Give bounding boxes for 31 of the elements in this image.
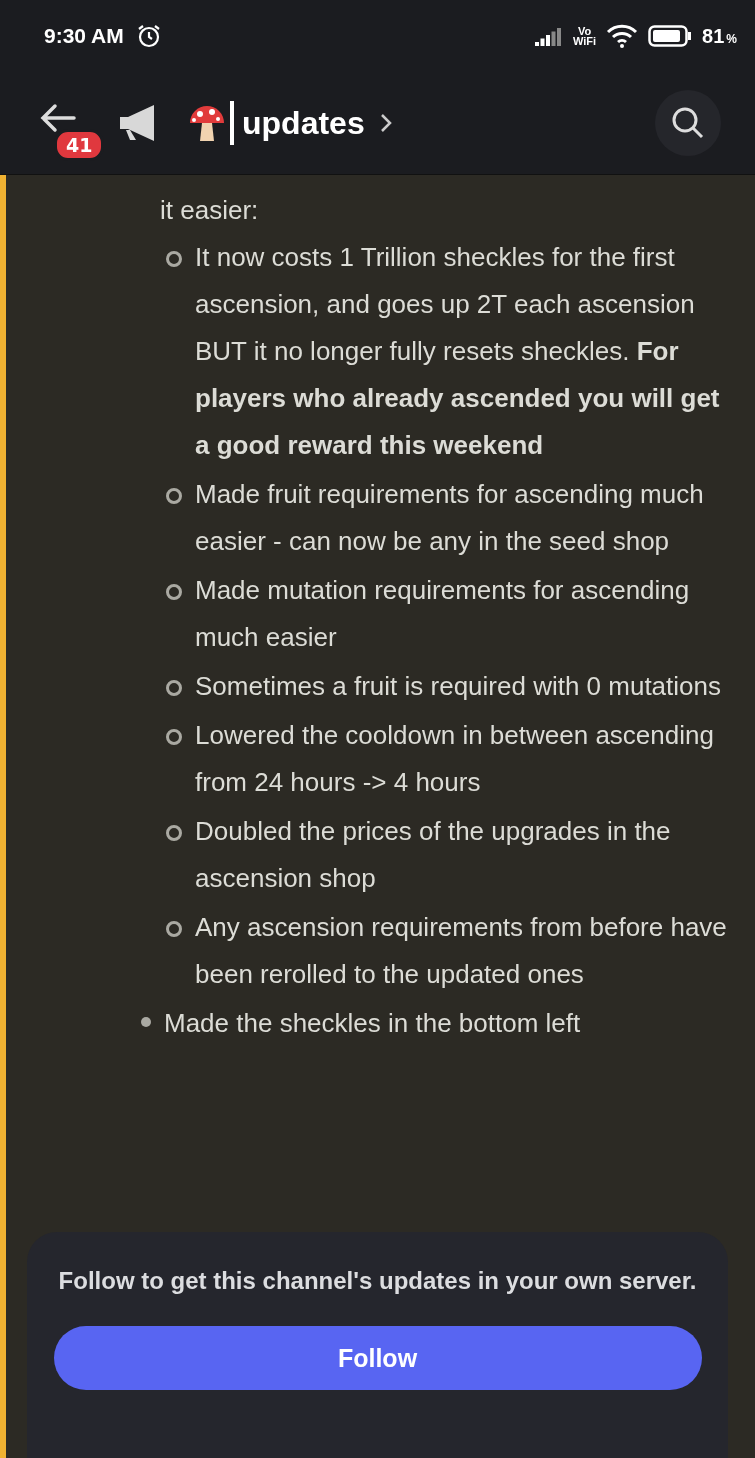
mushroom-icon bbox=[188, 103, 226, 143]
list-item-text: It now costs 1 Trillion sheckles for the first ascension, and goes up 2T each ascension BUT it no longer fully resets sheckles. For players who already ascended you will get a good reward this weekend bbox=[195, 241, 721, 462]
list-item-text: Sometimes a fruit is required with 0 mutations bbox=[195, 670, 722, 703]
follow-prompt: Follow to get this channel's updates in your own server. bbox=[58, 1266, 697, 1296]
bullet-icon bbox=[166, 488, 182, 504]
wifi-label: WiFi bbox=[572, 36, 597, 46]
percent-sign: % bbox=[726, 32, 737, 46]
bullet-icon bbox=[166, 584, 182, 600]
vo-label: Vo bbox=[577, 26, 592, 36]
battery-percent: 81 bbox=[702, 24, 725, 48]
list-item-text: Made the sheckles in the bottom left bbox=[164, 1007, 582, 1040]
bullet-icon bbox=[166, 251, 182, 267]
bullet-icon bbox=[166, 921, 182, 937]
bullet-icon bbox=[166, 729, 182, 745]
list-item-text: Lowered the cooldown in between ascending from 24 hours -> 4 hours bbox=[195, 719, 715, 799]
battery-icon bbox=[648, 25, 693, 47]
clock-time: 9:30 AM bbox=[44, 24, 124, 48]
bullet-icon bbox=[141, 1017, 151, 1027]
wifi-icon bbox=[606, 24, 639, 48]
follow-button[interactable]: Follow bbox=[53, 1326, 702, 1390]
bullet-icon bbox=[166, 680, 182, 696]
channel-name[interactable]: updates bbox=[242, 104, 365, 142]
message-text: it easier: bbox=[160, 194, 260, 227]
signal-icon bbox=[534, 26, 563, 46]
list-item-text: Made fruit requirements for ascending much easier - can now be any in the seed shop bbox=[195, 478, 705, 558]
list-item-text: Any ascension requirements from before have been rerolled to the updated ones bbox=[195, 911, 728, 991]
list-item-text: Doubled the prices of the upgrades in the ascension shop bbox=[195, 815, 672, 895]
back-arrow-icon[interactable] bbox=[38, 103, 78, 133]
list-item-text: Made mutation requirements for ascending much easier bbox=[195, 574, 691, 654]
bullet-icon bbox=[166, 825, 182, 841]
search-icon bbox=[671, 106, 705, 140]
